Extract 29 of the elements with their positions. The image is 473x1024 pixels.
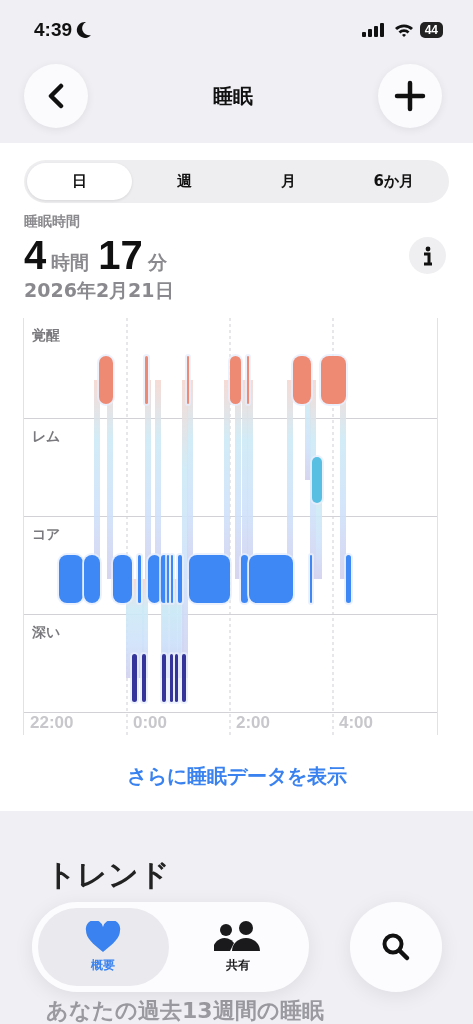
search-icon: [381, 932, 411, 962]
period-tab[interactable]: 6か月: [341, 163, 446, 200]
battery-indicator: 44: [419, 22, 443, 38]
section-subtitle: あなたの過去13週間の睡眠: [46, 997, 325, 1024]
period-tab[interactable]: 月: [236, 163, 342, 200]
period-tab[interactable]: 日: [27, 163, 132, 200]
stage-label: 覚醒: [32, 327, 60, 343]
date-label: 2026年2月21日: [24, 278, 175, 303]
period-tab[interactable]: 週: [131, 163, 237, 200]
section-title: トレンド: [46, 856, 171, 894]
minutes-value: 17: [98, 233, 143, 278]
info-button[interactable]: [409, 237, 446, 274]
stage-label: レム: [32, 428, 60, 444]
info-icon: [422, 245, 433, 266]
screen-title: 睡眠: [213, 82, 253, 110]
moon-icon: [76, 21, 93, 39]
tab-bar-item[interactable]: 共有: [172, 908, 303, 986]
hours-unit: 時間: [51, 250, 90, 275]
stage-label: コア: [32, 526, 60, 542]
summary-label: 睡眠時間: [24, 213, 81, 231]
minutes-unit: 分: [147, 250, 167, 275]
heart-icon: [85, 920, 122, 953]
people-icon: [213, 920, 262, 953]
status-time: 4:39: [34, 19, 73, 41]
hours-value: 4: [24, 233, 47, 278]
wifi-icon: [393, 22, 414, 38]
plus-icon: [394, 80, 426, 112]
stage-label: 深い: [32, 624, 60, 640]
show-more-link[interactable]: さらに睡眠データを表示: [126, 764, 347, 788]
